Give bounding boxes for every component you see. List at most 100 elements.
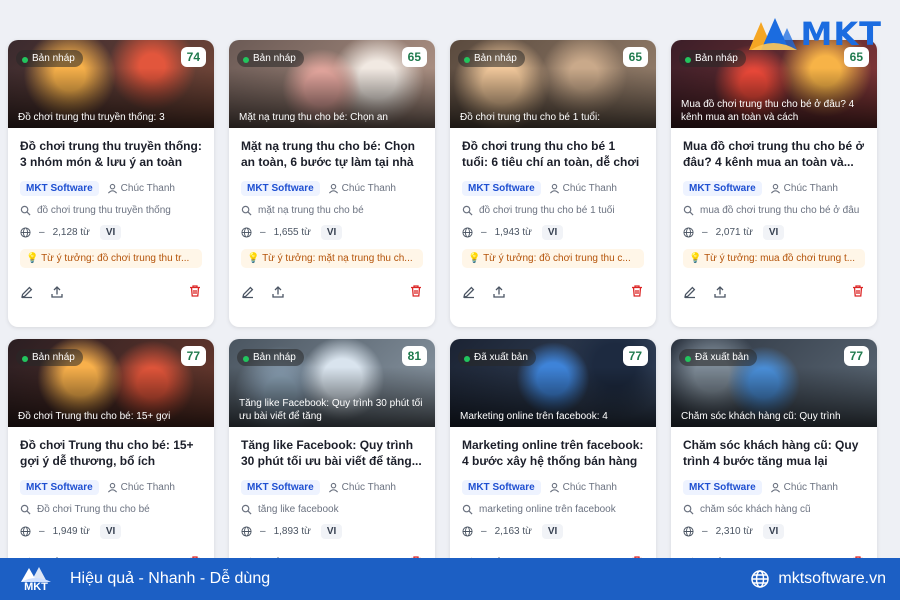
- keyword-text: Đồ chơi Trung thu cho bé: [37, 504, 150, 515]
- author: Chúc Thanh: [770, 482, 838, 493]
- article-title[interactable]: Marketing online trên facebook: 4 bước x…: [462, 437, 644, 469]
- delete-icon[interactable]: [630, 284, 644, 298]
- status-badge: Đã xuất bản: [679, 349, 757, 366]
- thumbnail-caption: Đồ chơi trung thu cho bé 1 tuổi:: [460, 112, 600, 123]
- edit-icon[interactable]: [462, 285, 476, 299]
- card-body: Đồ chơi trung thu truyền thống: 3 nhóm m…: [8, 128, 214, 308]
- delete-icon[interactable]: [851, 284, 865, 298]
- author-name: Chúc Thanh: [120, 182, 175, 194]
- article-card[interactable]: Bản nháp 65 Đồ chơi trung thu cho bé 1 tuổ…: [450, 40, 656, 327]
- author: Chúc Thanh: [770, 183, 838, 194]
- author-name: Chúc Thanh: [783, 182, 838, 194]
- article-thumbnail[interactable]: Bản nháp 65 Đồ chơi trung thu cho bé 1 tuổ…: [450, 40, 656, 128]
- idea-text: Từ ý tưởng: mặt nạ trung thu ch...: [262, 253, 413, 264]
- footer-website[interactable]: mktsoftware.vn: [750, 569, 886, 589]
- user-icon: [328, 482, 338, 492]
- mkt-logo: MKT: [747, 14, 882, 54]
- globe-icon: [20, 526, 31, 537]
- dash: –: [260, 227, 266, 238]
- upload-icon[interactable]: [271, 285, 285, 299]
- brand-tag: MKT Software: [20, 479, 99, 495]
- edit-icon[interactable]: [683, 285, 697, 299]
- dash: –: [39, 227, 45, 238]
- article-title[interactable]: Mặt nạ trung thu cho bé: Chọn an toàn, 6…: [241, 138, 423, 170]
- article-card[interactable]: Bản nháp 74 Đồ chơi trung thu truyền thống…: [8, 40, 214, 327]
- article-thumbnail[interactable]: Bản nháp 74 Đồ chơi trung thu truyền thống…: [8, 40, 214, 128]
- author-name: Chúc Thanh: [341, 481, 396, 493]
- footer-bar: MKT Hiệu quả - Nhanh - Dễ dùng mktsoftwa…: [0, 558, 900, 600]
- article-thumbnail[interactable]: Bản nháp 77 Đồ chơi Trung thu cho bé: 15+ …: [8, 339, 214, 427]
- idea-source: 💡 Từ ý tưởng: đồ chơi trung thu c...: [462, 249, 644, 268]
- keyword-text: mua đồ chơi trung thu cho bé ở đâu: [700, 205, 860, 216]
- search-icon: [462, 205, 473, 216]
- seo-score-badge: 81: [401, 346, 427, 366]
- author: Chúc Thanh: [549, 482, 617, 493]
- article-title[interactable]: Tăng like Facebook: Quy trình 30 phút tố…: [241, 437, 423, 469]
- keyword-row: mặt nạ trung thu cho bé: [241, 205, 423, 216]
- author-name: Chúc Thanh: [120, 481, 175, 493]
- footer-website-text: mktsoftware.vn: [778, 570, 886, 587]
- article-thumbnail[interactable]: Bản nháp 81 Tăng like Facebook: Quy trình …: [229, 339, 435, 427]
- globe-icon: [20, 227, 31, 238]
- author: Chúc Thanh: [328, 183, 396, 194]
- stats-row: –1,655 từ VI: [241, 225, 423, 240]
- article-thumbnail[interactable]: Đã xuất bản 77 Marketing online trên faceb…: [450, 339, 656, 427]
- dash: –: [702, 526, 708, 537]
- edit-icon[interactable]: [241, 285, 255, 299]
- seo-score-badge: 74: [180, 47, 206, 67]
- article-title[interactable]: Chăm sóc khách hàng cũ: Quy trình 4 bước…: [683, 437, 865, 469]
- keyword-text: chăm sóc khách hàng cũ: [700, 504, 811, 515]
- article-title[interactable]: Đồ chơi trung thu truyền thống: 3 nhóm m…: [20, 138, 202, 170]
- stats-row: –2,310 từ VI: [683, 524, 865, 539]
- dash: –: [39, 526, 45, 537]
- article-title[interactable]: Đồ chơi trung thu cho bé 1 tuổi: 6 tiêu …: [462, 138, 644, 170]
- search-icon: [20, 504, 31, 515]
- brand-tag: MKT Software: [241, 180, 320, 196]
- status-badge: Bản nháp: [458, 50, 525, 67]
- stats-row: –2,128 từ VI: [20, 225, 202, 240]
- word-count: 1,893 từ: [273, 526, 311, 537]
- status-badge: Bản nháp: [16, 349, 83, 366]
- word-count: 1,943 từ: [494, 227, 532, 238]
- card-actions: [683, 276, 865, 308]
- seo-score-badge: 77: [843, 346, 869, 366]
- author: Chúc Thanh: [107, 183, 175, 194]
- article-thumbnail[interactable]: Bản nháp 65 Mặt nạ trung thu cho bé: Chọn …: [229, 40, 435, 128]
- meta-row: MKT Software Chúc Thanh: [462, 180, 644, 196]
- keyword-row: tăng like facebook: [241, 504, 423, 515]
- card-body: Đồ chơi trung thu cho bé 1 tuổi: 6 tiêu …: [450, 128, 656, 308]
- search-icon: [683, 205, 694, 216]
- delete-icon[interactable]: [409, 284, 423, 298]
- article-thumbnail[interactable]: Đã xuất bản 77 Chăm sóc khách hàng cũ: Quy…: [671, 339, 877, 427]
- search-icon: [462, 504, 473, 515]
- language-badge: VI: [99, 524, 122, 539]
- footer-slogan: Hiệu quả - Nhanh - Dễ dùng: [70, 570, 271, 587]
- article-title[interactable]: Đồ chơi Trung thu cho bé: 15+ gợi ý dễ t…: [20, 437, 202, 469]
- thumbnail-caption: Đồ chơi trung thu truyền thống: 3: [18, 112, 165, 123]
- upload-icon[interactable]: [713, 285, 727, 299]
- seo-score-badge: 77: [180, 346, 206, 366]
- search-icon: [241, 504, 252, 515]
- upload-icon[interactable]: [50, 285, 64, 299]
- language-badge: VI: [762, 524, 785, 539]
- status-badge: Đã xuất bản: [458, 349, 536, 366]
- seo-score-badge: 65: [401, 47, 427, 67]
- brand-tag: MKT Software: [683, 479, 762, 495]
- globe-icon: [751, 570, 770, 588]
- article-card[interactable]: Bản nháp 65 Mua đồ chơi trung thu cho bé ở…: [671, 40, 877, 327]
- stats-row: –2,071 từ VI: [683, 225, 865, 240]
- edit-icon[interactable]: [20, 285, 34, 299]
- meta-row: MKT Software Chúc Thanh: [683, 479, 865, 495]
- author-name: Chúc Thanh: [341, 182, 396, 194]
- article-card[interactable]: Bản nháp 65 Mặt nạ trung thu cho bé: Chọn …: [229, 40, 435, 327]
- lightbulb-icon: 💡: [26, 253, 42, 264]
- delete-icon[interactable]: [188, 284, 202, 298]
- card-body: Tăng like Facebook: Quy trình 30 phút tố…: [229, 427, 435, 579]
- keyword-text: marketing online trên facebook: [479, 504, 616, 515]
- language-badge: VI: [320, 524, 343, 539]
- keyword-text: đồ chơi trung thu truyền thống: [37, 205, 171, 216]
- article-title[interactable]: Mua đồ chơi trung thu cho bé ở đâu? 4 kê…: [683, 138, 865, 170]
- upload-icon[interactable]: [492, 285, 506, 299]
- thumbnail-caption: Mua đồ chơi trung thu cho bé ở đâu? 4 kê…: [681, 99, 855, 123]
- brand-tag: MKT Software: [462, 479, 541, 495]
